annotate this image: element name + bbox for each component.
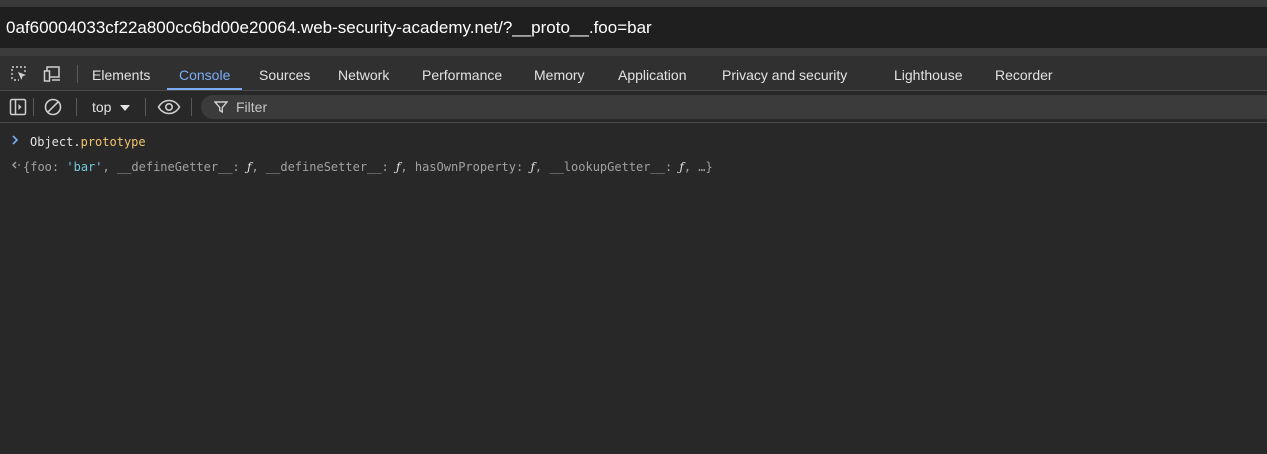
filter-placeholder: Filter <box>236 99 268 115</box>
console-input-text[interactable]: Object.prototype <box>30 135 146 149</box>
preview-text: , hasOwnProperty: <box>400 160 531 174</box>
input-prompt-chevron-icon <box>12 135 19 145</box>
context-selector[interactable]: top <box>92 91 130 123</box>
preview-key-foo: foo <box>30 160 52 174</box>
tab-console[interactable]: Console <box>166 56 243 90</box>
input-property: prototype <box>80 135 146 149</box>
input-object: Object <box>30 135 74 149</box>
console-result-line: {foo: 'bar', __defineGetter__: ƒ, __defi… <box>0 152 1267 176</box>
result-arrow-icon <box>12 161 20 169</box>
filter-input[interactable]: Filter <box>201 95 1267 119</box>
tab-application[interactable]: Application <box>618 56 687 90</box>
preview-text: , __defineGetter__: <box>102 160 247 174</box>
live-expression-eye-icon[interactable] <box>157 97 181 117</box>
tab-privacy-and-security[interactable]: Privacy and security <box>722 56 847 90</box>
browser-top-strip <box>0 0 1267 7</box>
object-preview[interactable]: {foo: 'bar', __defineGetter__: ƒ, __defi… <box>23 160 713 174</box>
tab-elements[interactable]: Elements <box>92 56 150 90</box>
toolbar-divider <box>33 98 34 116</box>
toolbar-divider <box>191 98 192 116</box>
toolbar-divider <box>76 98 77 116</box>
toolbar-divider <box>145 98 146 116</box>
tab-memory[interactable]: Memory <box>534 56 585 90</box>
tab-sources[interactable]: Sources <box>259 56 310 90</box>
dropdown-arrow-icon <box>120 105 130 111</box>
tab-network[interactable]: Network <box>338 56 389 90</box>
devtools-tab-bar: Elements Console Sources Network Perform… <box>0 56 1267 91</box>
preview-value-bar: 'bar' <box>66 160 103 174</box>
input-dot: . <box>73 135 81 149</box>
tab-divider <box>77 65 78 83</box>
device-toolbar-icon[interactable] <box>43 64 63 84</box>
filter-icon <box>214 101 228 114</box>
preview-colon: : <box>51 160 67 174</box>
console-input-line: Object.prototype <box>0 127 1267 151</box>
context-label: top <box>92 99 112 115</box>
tab-recorder[interactable]: Recorder <box>995 56 1053 90</box>
devtools-separator <box>0 48 1267 56</box>
sidebar-toggle-icon[interactable] <box>8 97 28 117</box>
inspect-element-icon[interactable] <box>9 64 29 84</box>
url-text[interactable]: 0af60004033cf22a800cc6bd00e20064.web-sec… <box>6 18 652 37</box>
preview-text: , __defineSetter__: <box>251 160 396 174</box>
console-toolbar: top Filter <box>0 91 1267 123</box>
address-bar[interactable]: 0af60004033cf22a800cc6bd00e20064.web-sec… <box>0 7 1267 48</box>
clear-console-icon[interactable] <box>43 97 63 117</box>
tab-performance[interactable]: Performance <box>422 56 502 90</box>
preview-text: , …} <box>683 160 713 174</box>
tab-lighthouse[interactable]: Lighthouse <box>894 56 963 90</box>
preview-text: , __lookupGetter__: <box>534 160 680 174</box>
